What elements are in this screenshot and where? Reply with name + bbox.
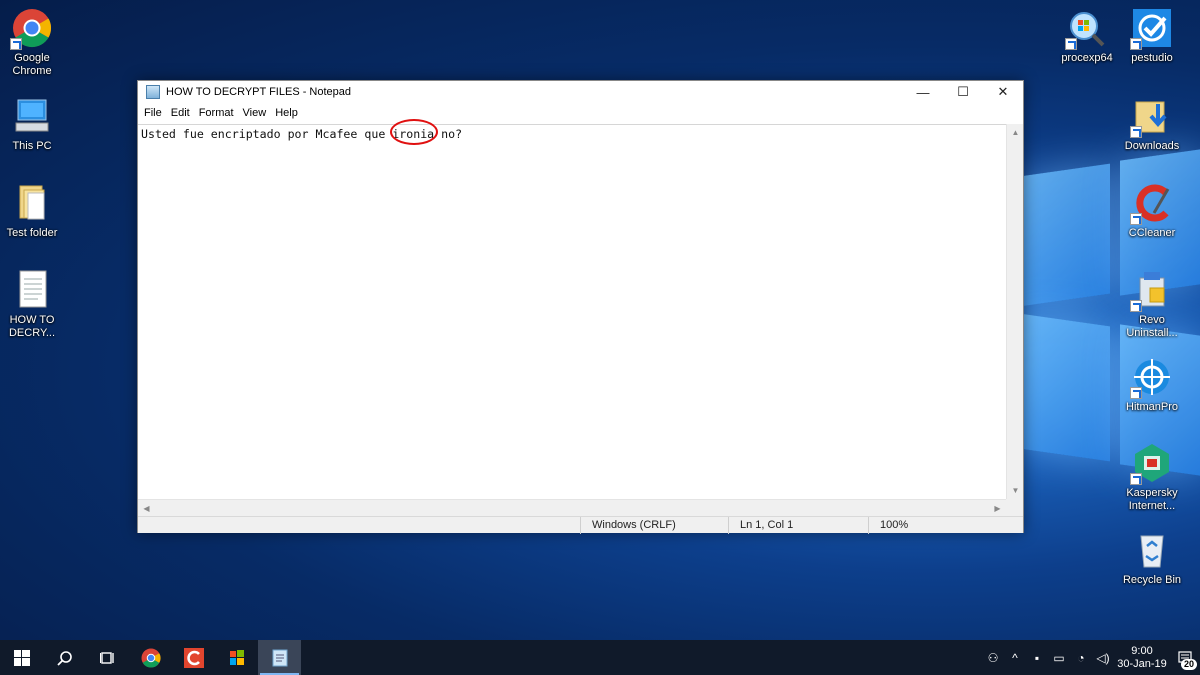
clock-time: 9:00 [1131, 644, 1153, 657]
close-button[interactable]: ✕ [983, 81, 1023, 103]
desktop-icon-revo-uninstaller[interactable]: Revo Uninstall... [1114, 270, 1190, 340]
scroll-up-icon[interactable]: ▲ [1007, 124, 1024, 141]
status-bar: Windows (CRLF) Ln 1, Col 1 100% [138, 516, 1023, 534]
shortcut-arrow-icon [10, 38, 22, 50]
desktop-icon-label: Revo Uninstall... [1126, 314, 1178, 339]
desktop-icon-label: Google Chrome [12, 52, 52, 77]
process-explorer-icon [1065, 8, 1107, 50]
taskbar: ⚇ ^ ▪ ▭ ◔ ◁) 9:00 30-Jan-19 20 [0, 640, 1200, 675]
scroll-left-icon[interactable]: ◀ [138, 500, 155, 517]
process-explorer-icon [229, 649, 244, 665]
desktop-icon-this-pc[interactable]: This PC [0, 96, 70, 153]
start-button[interactable] [0, 640, 43, 675]
kaspersky-icon [1130, 443, 1172, 485]
desktop-icon-pestudio[interactable]: pestudio [1114, 8, 1190, 65]
ccleaner-icon [183, 647, 204, 668]
windows-logo-icon [13, 649, 30, 666]
desktop-icon-kaspersky[interactable]: Kaspersky Internet... [1114, 443, 1190, 513]
folder-icon [12, 183, 52, 223]
menu-bar: File Edit Format View Help [138, 103, 1023, 123]
chrome-icon [141, 648, 161, 668]
menu-edit[interactable]: Edit [171, 107, 197, 119]
menu-view[interactable]: View [243, 107, 274, 119]
text-editor-area[interactable]: Usted fue encriptado por Mcafee que iron… [138, 119, 1023, 499]
scrollbar-corner [1006, 499, 1023, 516]
desktop-icon-test-folder[interactable]: Test folder [0, 183, 70, 240]
clock-date: 30-Jan-19 [1117, 657, 1167, 670]
checkmark-icon [1130, 8, 1172, 50]
desktop-icon-label: pestudio [1131, 52, 1173, 64]
taskbar-procexp[interactable] [215, 640, 258, 675]
notification-count-badge: 20 [1180, 659, 1197, 670]
people-icon[interactable]: ⚇ [982, 651, 1004, 665]
desktop-icon-label: Kaspersky Internet... [1126, 487, 1178, 512]
task-view-button[interactable] [86, 640, 129, 675]
desktop-icon-ccleaner[interactable]: CCleaner [1114, 183, 1190, 240]
desktop-icon-label: Recycle Bin [1122, 574, 1182, 586]
battery-icon[interactable]: ▭ [1048, 651, 1070, 665]
menu-file[interactable]: File [144, 107, 169, 119]
menu-help[interactable]: Help [275, 107, 305, 119]
tray-app-icon[interactable]: ▪ [1026, 651, 1048, 665]
desktop-icon-recycle-bin[interactable]: Recycle Bin [1114, 530, 1190, 587]
desktop-icon-downloads[interactable]: Downloads [1114, 96, 1190, 153]
volume-icon[interactable]: ◁) [1092, 651, 1114, 665]
search-button[interactable] [43, 640, 86, 675]
ccleaner-icon [1130, 183, 1172, 225]
task-view-icon [99, 651, 114, 664]
taskbar-chrome[interactable] [129, 640, 172, 675]
taskbar-notepad[interactable] [258, 640, 301, 675]
maximize-button[interactable]: ☐ [943, 81, 983, 103]
desktop-icon-label: HitmanPro [1126, 401, 1178, 413]
search-icon [56, 650, 72, 666]
red-annotation-circle [390, 119, 438, 145]
notepad-app-icon [146, 85, 160, 99]
hitmanpro-icon [1130, 357, 1172, 399]
clock[interactable]: 9:00 30-Jan-19 [1114, 645, 1170, 671]
notepad-window[interactable]: HOW TO DECRYPT FILES - Notepad — ☐ ✕ Fil… [137, 80, 1024, 534]
desktop-icon-label: Downloads [1124, 140, 1180, 152]
minimize-button[interactable]: — [903, 81, 943, 103]
desktop-icon-label: CCleaner [1128, 227, 1176, 239]
text-document-icon [12, 270, 52, 310]
chrome-icon [10, 8, 52, 50]
shortcut-arrow-icon [1065, 38, 1077, 50]
scroll-down-icon[interactable]: ▼ [1007, 482, 1024, 499]
computer-icon [12, 96, 52, 136]
revo-uninstaller-icon [1130, 270, 1172, 312]
desktop-icon-label: HOW TO DECRY... [8, 314, 56, 339]
notepad-app-icon [272, 649, 287, 666]
window-title: HOW TO DECRYPT FILES - Notepad [166, 86, 352, 98]
chevron-up-icon[interactable]: ^ [1004, 651, 1026, 665]
desktop-icon-label: Test folder [6, 227, 58, 239]
downloads-folder-icon [1130, 96, 1172, 138]
shortcut-arrow-icon [1130, 387, 1142, 399]
shortcut-arrow-icon [1130, 473, 1142, 485]
horizontal-scrollbar[interactable]: ◀ ▶ [138, 499, 1006, 516]
scroll-right-icon[interactable]: ▶ [989, 500, 1006, 517]
shortcut-arrow-icon [1130, 126, 1142, 138]
vertical-scrollbar[interactable]: ▲ ▼ [1006, 124, 1023, 499]
shortcut-arrow-icon [1130, 38, 1142, 50]
desktop-icon-google-chrome[interactable]: Google Chrome [0, 8, 70, 78]
desktop-icon-label: This PC [12, 140, 52, 152]
shortcut-arrow-icon [1130, 300, 1142, 312]
desktop-icon-how-to-decrypt[interactable]: HOW TO DECRY... [0, 270, 70, 340]
action-center-button[interactable]: 20 [1170, 640, 1200, 675]
recycle-bin-icon [1132, 530, 1172, 570]
status-cursor-position: Ln 1, Col 1 [728, 517, 868, 534]
shortcut-arrow-icon [1130, 213, 1142, 225]
system-tray: ⚇ ^ ▪ ▭ ◔ ◁) 9:00 30-Jan-19 20 [982, 640, 1200, 675]
network-icon[interactable]: ◔ [1070, 651, 1092, 665]
taskbar-ccleaner[interactable] [172, 640, 215, 675]
status-zoom: 100% [868, 517, 1023, 534]
desktop-icon-hitmanpro[interactable]: HitmanPro [1114, 357, 1190, 414]
menu-format[interactable]: Format [199, 107, 241, 119]
title-bar[interactable]: HOW TO DECRYPT FILES - Notepad — ☐ ✕ [138, 81, 1023, 103]
status-encoding: Windows (CRLF) [580, 517, 728, 534]
